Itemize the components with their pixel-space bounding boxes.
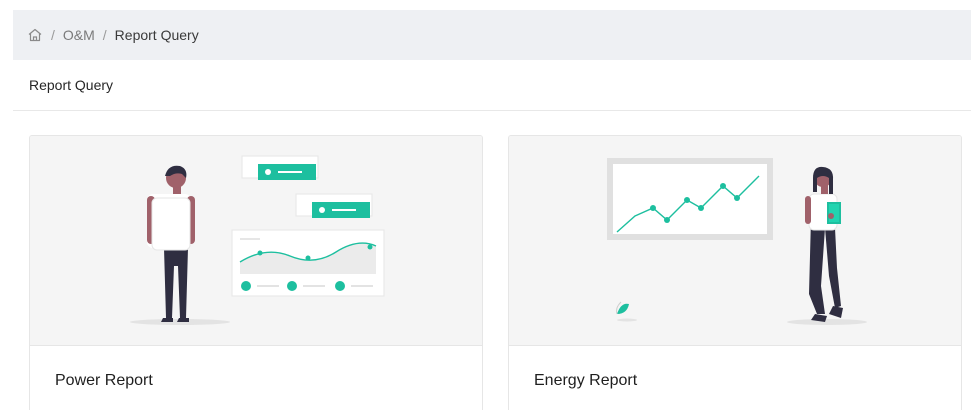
card-title-power-report: Power Report (55, 372, 153, 389)
energy-report-card[interactable]: Energy Report (508, 135, 962, 410)
person-with-growth-chart-illustration (509, 136, 961, 346)
card-title-energy-report: Energy Report (534, 372, 638, 389)
power-report-card[interactable]: Power Report (29, 135, 483, 410)
report-card-list: Power Report Energy Report (13, 111, 971, 410)
breadcrumb-separator: / (51, 27, 55, 43)
breadcrumb-item-om[interactable]: O&M (63, 27, 95, 43)
page-title: Report Query (29, 77, 114, 93)
person-with-dashboard-illustration (30, 136, 482, 346)
breadcrumb: / O&M / Report Query (13, 10, 971, 60)
page-header: Report Query (13, 60, 971, 111)
breadcrumb-item-report-query: Report Query (114, 27, 199, 43)
breadcrumb-separator: / (102, 27, 107, 43)
home-icon[interactable] (27, 27, 43, 43)
